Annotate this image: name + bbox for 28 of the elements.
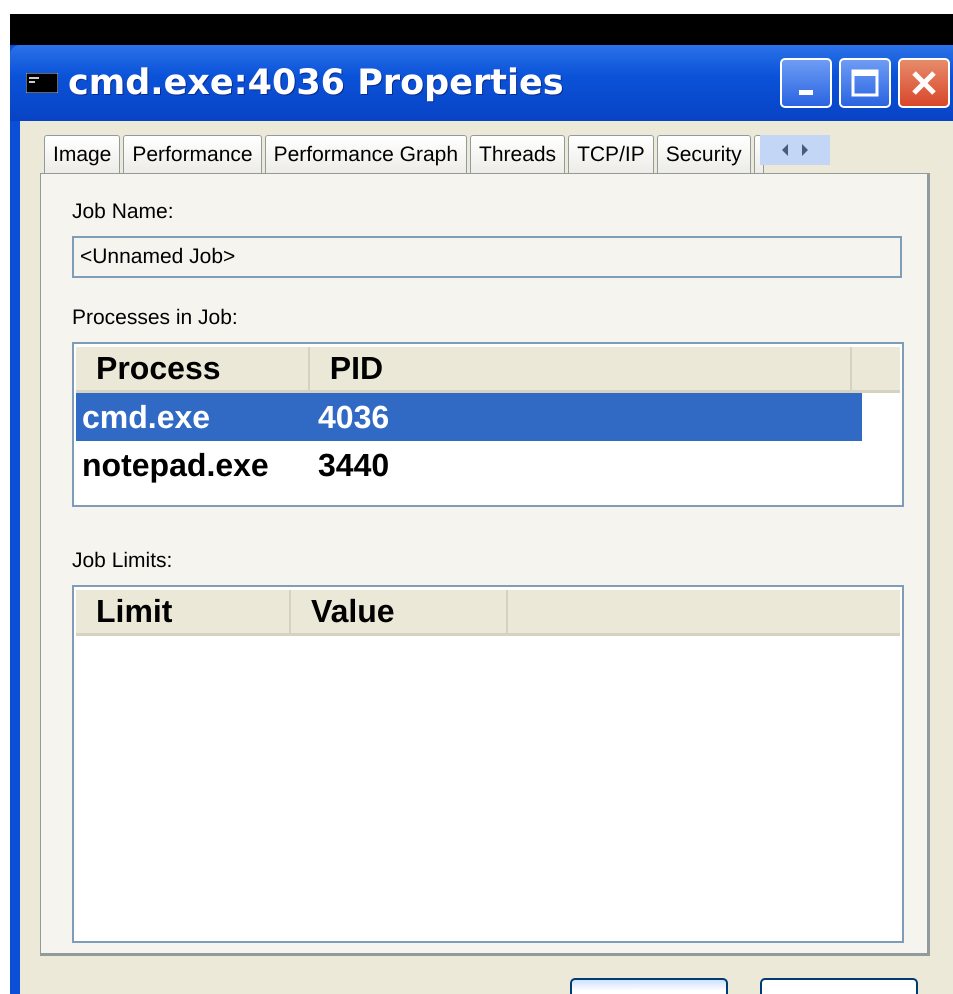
limits-list[interactable]: Limit Value <box>72 585 904 943</box>
left-arrow-icon[interactable] <box>780 143 790 157</box>
tab[interactable]: TCP/IP <box>568 135 654 173</box>
list-label: Processes in Job: <box>72 306 239 330</box>
tab[interactable]: Threads <box>470 135 566 173</box>
process-row[interactable]: cmd.exe 4036 <box>76 393 862 441</box>
close-button[interactable] <box>898 58 950 108</box>
right-arrow-icon[interactable] <box>800 143 810 157</box>
tab[interactable]: Performance Graph <box>264 135 468 173</box>
minimize-button[interactable] <box>780 58 832 108</box>
maximize-button[interactable] <box>839 58 891 108</box>
column-header[interactable]: Process <box>76 347 310 390</box>
field-label: Job Name: <box>72 200 175 224</box>
minimize-icon <box>799 90 813 94</box>
list-label: Job Limits: <box>72 549 174 573</box>
tab[interactable]: Performance <box>123 135 262 173</box>
column-header[interactable]: Value <box>290 590 508 633</box>
process-list[interactable]: Process PID cmd.exe 4036 notepad.exe 3440 <box>72 342 904 507</box>
job-name-field[interactable]: <Unnamed Job> <box>72 236 902 278</box>
window-title: cmd.exe:4036 Properties <box>68 63 564 103</box>
tab[interactable]: Image <box>44 135 120 173</box>
maximize-icon <box>850 68 880 98</box>
column-header[interactable]: PID <box>310 347 852 390</box>
console-icon <box>26 73 58 93</box>
tab[interactable]: Security <box>656 135 751 173</box>
tab-scroller[interactable] <box>760 135 830 165</box>
column-header[interactable]: Limit <box>76 590 291 633</box>
process-row[interactable]: notepad.exe 3440 <box>76 441 862 489</box>
